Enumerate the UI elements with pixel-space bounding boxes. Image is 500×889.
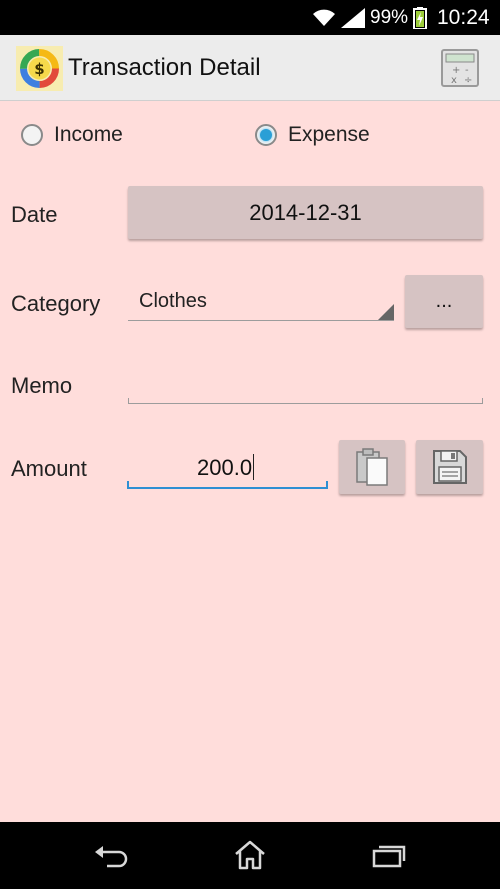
home-icon[interactable] xyxy=(233,839,267,871)
category-value: Clothes xyxy=(139,290,207,312)
status-bar: 99% 10:24 xyxy=(0,0,500,35)
amount-label: Amount xyxy=(11,456,87,481)
amount-value-wrap: 200.0 xyxy=(197,454,255,481)
paste-button[interactable] xyxy=(339,440,405,494)
action-bar: $ Transaction Detail + - x ÷ xyxy=(0,35,500,101)
back-icon[interactable] xyxy=(93,842,129,870)
signal-icon xyxy=(341,8,365,28)
floppy-disk-icon xyxy=(432,450,467,484)
radio-expense-circle[interactable] xyxy=(255,124,277,146)
radio-income[interactable]: Income xyxy=(21,123,123,147)
amount-value: 200.0 xyxy=(197,455,253,480)
radio-expense-label[interactable]: Expense xyxy=(288,123,370,147)
memo-label: Memo xyxy=(11,373,73,398)
dropdown-caret-icon xyxy=(378,304,394,320)
battery-percent: 99% xyxy=(370,7,409,28)
app-logo-icon: $ xyxy=(16,46,63,91)
category-label: Category xyxy=(11,291,101,316)
clock: 10:24 xyxy=(437,6,490,29)
wifi-icon xyxy=(313,9,335,26)
category-more-button[interactable]: ... xyxy=(405,275,483,328)
category-spinner[interactable]: Clothes xyxy=(128,282,394,321)
memo-input[interactable] xyxy=(128,384,483,404)
save-button[interactable] xyxy=(416,440,483,494)
clipboard-icon xyxy=(356,448,388,486)
date-picker-button[interactable]: 2014-12-31 xyxy=(128,186,483,239)
radio-expense[interactable]: Expense xyxy=(255,123,370,147)
text-cursor xyxy=(253,454,255,480)
navigation-bar xyxy=(0,822,500,889)
amount-input[interactable]: 200.0 xyxy=(127,452,328,489)
date-label: Date xyxy=(11,202,58,227)
svg-text:x: x xyxy=(451,75,457,86)
radio-income-circle[interactable] xyxy=(21,124,43,146)
svg-text:$: $ xyxy=(34,60,44,78)
recent-apps-icon[interactable] xyxy=(372,844,406,868)
calculator-icon[interactable]: + - x ÷ xyxy=(441,49,479,87)
radio-income-label[interactable]: Income xyxy=(54,123,123,147)
page-title: Transaction Detail xyxy=(68,54,261,81)
battery-charging-icon xyxy=(413,7,427,29)
svg-text:÷: ÷ xyxy=(464,75,472,86)
